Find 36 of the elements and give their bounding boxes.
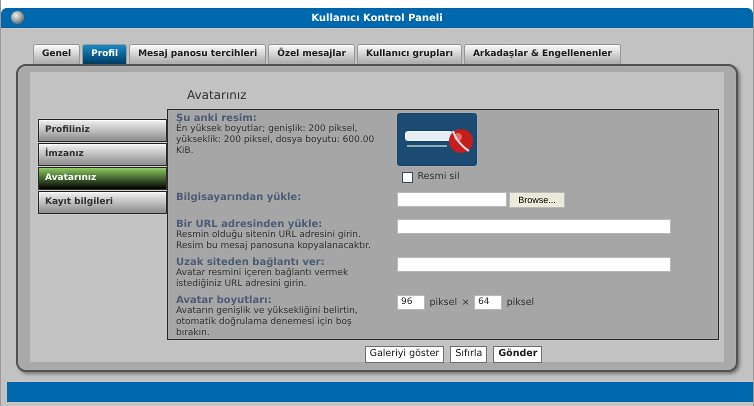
file-field[interactable] (397, 192, 507, 208)
tab[interactable]: Özel mesajlar (268, 44, 355, 64)
field-explain: Resmin olduğu sitenin URL adresini girin. Resim bu mesaj panosuna kopyalanacaktır. (176, 230, 372, 252)
tab[interactable]: Genel (33, 44, 80, 64)
window-knob-icon (11, 11, 24, 24)
tab[interactable]: Kullanıcı grupları (357, 44, 462, 64)
tab[interactable]: Mesaj panosu tercihleri (129, 44, 266, 64)
window-title: Kullanıcı Kontrol Paneli (311, 12, 443, 26)
field-label: Avatar boyutları: (176, 295, 272, 306)
tab[interactable]: Arkadaşlar & Engellenenler (464, 44, 621, 64)
field-explain: Avatar resmini içeren bağlantı vermek istediğiniz URL adresini girin. (176, 268, 350, 290)
field-label: Şu anki resim: (176, 113, 258, 124)
unit-label: piksel (430, 296, 458, 310)
field-explain: Avatarın genişlik ve yüksekliğini belirtin, otomatik doğrulama denemesi için boş bırakın. (176, 306, 359, 340)
form-button[interactable]: Galeriyi göster (364, 346, 444, 363)
field-label: Bir URL adresinden yükle: (176, 219, 322, 230)
sidebar-item[interactable]: Profiliniz (38, 119, 167, 142)
checkbox[interactable] (402, 172, 413, 183)
height-field[interactable]: 64 (474, 295, 502, 310)
sidebar-item[interactable]: İmzanız (38, 143, 167, 166)
section-heading: Avatarınız (187, 88, 247, 102)
tab[interactable]: Profil (82, 44, 128, 64)
field-label: Uzak siteden bağlantı ver: (176, 257, 325, 268)
width-field[interactable]: 96 (397, 295, 425, 310)
sidebar-item[interactable]: Kayıt bilgileri (38, 191, 167, 214)
browse-button[interactable]: Browse... (509, 192, 565, 208)
times-sign: × (462, 296, 470, 310)
unit-label: piksel (506, 296, 534, 310)
field-label: Bilgisayarından yükle: (176, 192, 302, 204)
url-field[interactable] (397, 219, 671, 234)
sidebar-item[interactable]: Avatarınız (38, 167, 167, 190)
checkbox-label: Resmi sil (418, 170, 460, 184)
form-button[interactable]: Sıfırla (450, 346, 488, 363)
form-button[interactable]: Gönder (493, 346, 542, 363)
url-field[interactable] (397, 257, 671, 272)
field-explain: En yüksek boyutlar; genişlik: 200 piksel, yükseklik: 200 piksel, dosya boyutu: 600.00 KiB. (176, 124, 376, 157)
